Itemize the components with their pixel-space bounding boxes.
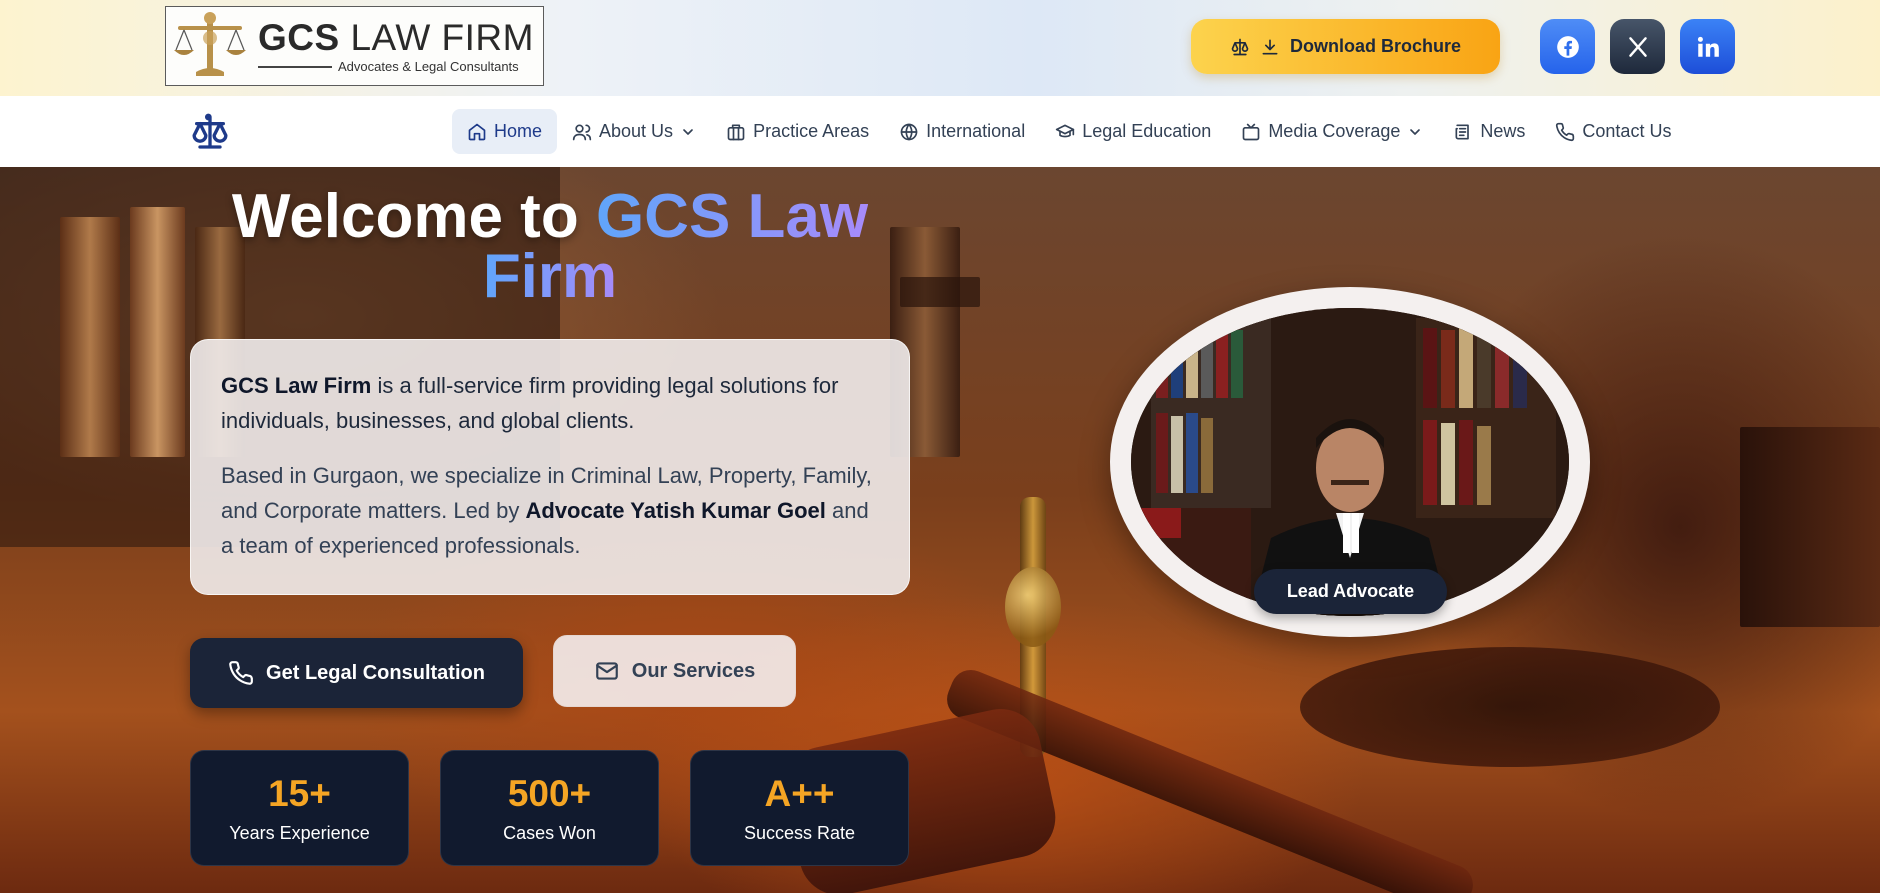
hero-title-highlight-2: Firm bbox=[482, 242, 618, 311]
get-legal-consultation-label: Get Legal Consultation bbox=[266, 661, 485, 684]
book-spine-decoration bbox=[1740, 427, 1880, 627]
nav-about-us[interactable]: About Us bbox=[557, 109, 711, 154]
stat-value: 500+ bbox=[507, 772, 592, 814]
intro-firm-name: GCS Law Firm bbox=[221, 373, 372, 398]
lead-advocate-badge: Lead Advocate bbox=[1254, 569, 1447, 614]
intro-card: GCS Law Firm is a full-service firm prov… bbox=[190, 339, 910, 595]
chevron-down-icon bbox=[1410, 128, 1421, 135]
download-icon bbox=[1262, 39, 1278, 55]
nav-international[interactable]: International bbox=[884, 109, 1040, 154]
stat-label: Years Experience bbox=[229, 822, 370, 843]
stat-card: 500+ Cases Won bbox=[440, 750, 659, 866]
justice-scale-logo-icon bbox=[174, 12, 246, 76]
nav-media-coverage-label: Media Coverage bbox=[1268, 121, 1401, 141]
scale-logo-icon[interactable] bbox=[190, 112, 230, 152]
nav-news-label: News bbox=[1480, 121, 1526, 141]
nav-legal-education-label: Legal Education bbox=[1082, 121, 1212, 141]
stat-value: A++ bbox=[764, 772, 835, 814]
nav-home[interactable]: Home bbox=[452, 109, 558, 154]
graduation-cap-icon bbox=[1056, 124, 1075, 137]
x-link[interactable] bbox=[1610, 19, 1665, 74]
stat-label: Success Rate bbox=[743, 822, 856, 843]
intro-paragraph-2: Based in Gurgaon, we specialize in Crimi… bbox=[221, 458, 879, 563]
book-spine-decoration bbox=[130, 207, 185, 457]
download-brochure-label: Download Brochure bbox=[1289, 36, 1461, 56]
logo-brand-bold: GCS bbox=[258, 17, 340, 58]
newspaper-icon bbox=[1455, 124, 1470, 139]
user-icon bbox=[572, 123, 592, 140]
scale-icon bbox=[1231, 38, 1249, 55]
logo-brand-rest: LAW FIRM bbox=[350, 17, 534, 58]
nav-news[interactable]: News bbox=[1438, 109, 1540, 154]
hero-title-prefix: Welcome to bbox=[231, 182, 579, 251]
nav-media-coverage[interactable]: Media Coverage bbox=[1226, 109, 1438, 154]
phone-icon bbox=[229, 661, 253, 685]
top-header: GCS LAW FIRM Advocates & Legal Consultan… bbox=[0, 0, 1880, 96]
our-services-button[interactable]: Our Services bbox=[553, 635, 796, 707]
nav-practice-areas[interactable]: Practice Areas bbox=[711, 109, 884, 154]
intro-advocate-name: Advocate Yatish Kumar Goel bbox=[525, 498, 826, 523]
briefcase-icon bbox=[727, 124, 745, 140]
nav-home-label: Home bbox=[494, 121, 543, 141]
nav-contact-us-label: Contact Us bbox=[1582, 121, 1672, 141]
logo-divider bbox=[258, 65, 332, 68]
stat-card: A++ Success Rate bbox=[690, 750, 909, 866]
brass-ornament-decoration bbox=[1005, 567, 1061, 647]
nav-practice-areas-label: Practice Areas bbox=[753, 121, 870, 141]
lead-advocate-label: Lead Advocate bbox=[1286, 581, 1415, 601]
hero-section: Welcome to GCS Law Firm GCS Law Firm is … bbox=[0, 167, 1880, 893]
facebook-icon bbox=[1556, 35, 1579, 58]
facebook-link[interactable] bbox=[1540, 19, 1595, 74]
nav-contact-us[interactable]: Contact Us bbox=[1540, 109, 1686, 154]
book-spine-decoration bbox=[60, 217, 120, 457]
stat-label: Cases Won bbox=[503, 822, 596, 843]
stat-card: 15+ Years Experience bbox=[190, 750, 409, 866]
our-services-label: Our Services bbox=[631, 659, 756, 682]
nav-about-us-label: About Us bbox=[599, 121, 674, 141]
nav-legal-education[interactable]: Legal Education bbox=[1040, 109, 1226, 154]
hero-title: Welcome to GCS Law Firm bbox=[200, 186, 900, 308]
linkedin-link[interactable] bbox=[1680, 19, 1735, 74]
stat-value: 15+ bbox=[268, 772, 331, 814]
logo-tagline: Advocates & Legal Consultants bbox=[338, 59, 519, 74]
phone-icon bbox=[1556, 122, 1575, 141]
main-navigation: Home About Us Practice Areas Internation… bbox=[0, 96, 1880, 167]
mail-icon bbox=[595, 662, 618, 680]
intro-paragraph-1: GCS Law Firm is a full-service firm prov… bbox=[221, 368, 879, 438]
get-legal-consultation-button[interactable]: Get Legal Consultation bbox=[190, 638, 523, 708]
hero-title-highlight: GCS Law bbox=[595, 182, 869, 251]
chevron-down-icon bbox=[683, 128, 693, 135]
nav-international-label: International bbox=[926, 121, 1026, 141]
linkedin-icon bbox=[1697, 36, 1719, 57]
globe-icon bbox=[900, 123, 918, 140]
tv-icon bbox=[1242, 123, 1260, 140]
site-logo[interactable]: GCS LAW FIRM Advocates & Legal Consultan… bbox=[165, 6, 544, 86]
download-brochure-button[interactable]: Download Brochure bbox=[1191, 19, 1500, 74]
x-icon bbox=[1628, 36, 1647, 57]
home-icon bbox=[468, 123, 486, 140]
book-spine-decoration bbox=[900, 277, 980, 307]
gavel-block-decoration bbox=[1300, 647, 1720, 767]
